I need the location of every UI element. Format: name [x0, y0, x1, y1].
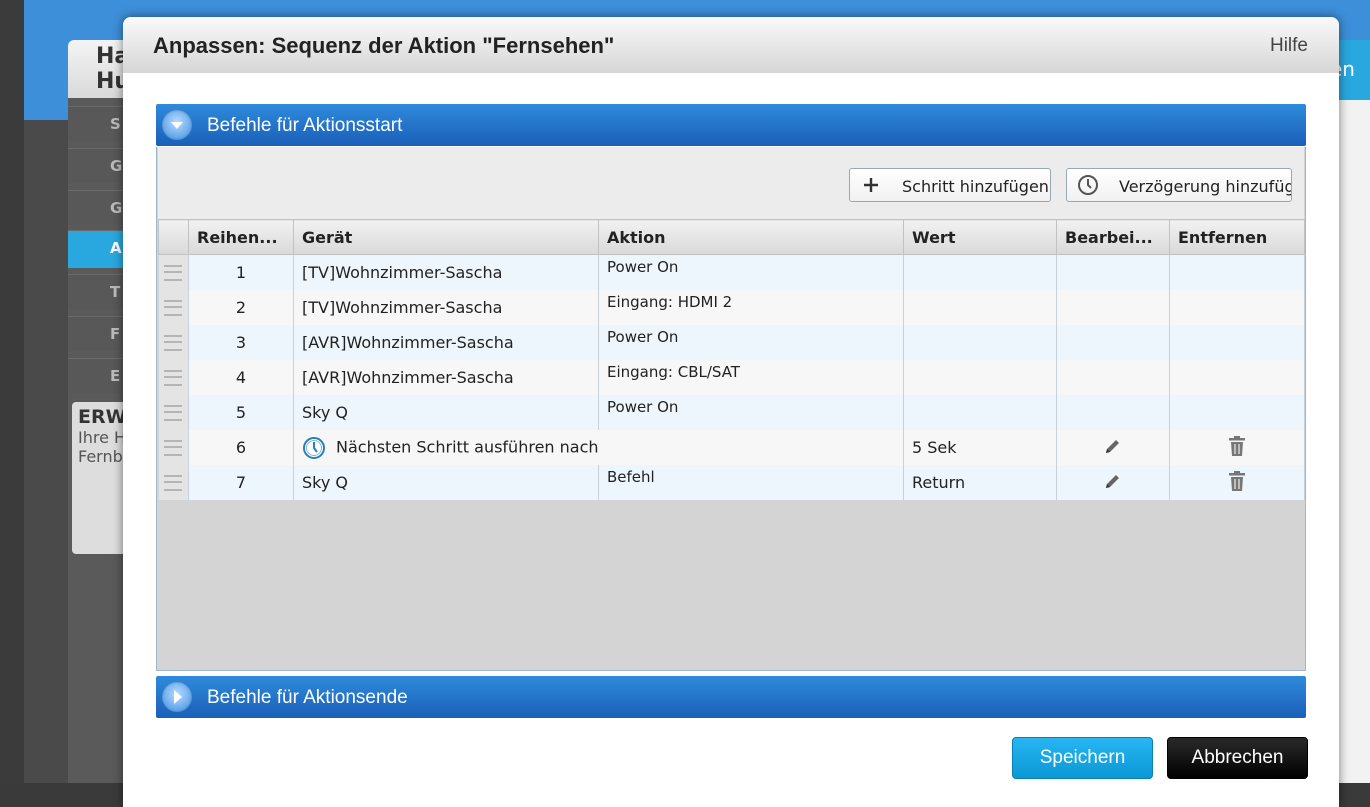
- row-action: Power On: [607, 258, 679, 276]
- column-header-value[interactable]: Wert: [903, 219, 1057, 255]
- table-row[interactable]: 4 [AVR]Wohnzimmer-Sascha Eingang: CBL/SA…: [158, 360, 1305, 395]
- table-row[interactable]: 2 [TV]Wohnzimmer-Sascha Eingang: HDMI 2: [158, 290, 1305, 325]
- table-row[interactable]: 5 Sky Q Power On: [158, 395, 1305, 430]
- row-device: Sky Q: [293, 395, 599, 430]
- column-header-action[interactable]: Aktion: [598, 219, 904, 255]
- column-header-remove[interactable]: Entfernen: [1169, 219, 1305, 255]
- table-row[interactable]: 1 [TV]Wohnzimmer-Sascha Power On: [158, 254, 1305, 290]
- sequence-dialog: Anpassen: Sequenz der Aktion "Fernsehen"…: [123, 17, 1339, 807]
- row-action: Eingang: HDMI 2: [607, 293, 733, 311]
- row-remove-cell: [1169, 360, 1305, 395]
- row-action-cell: Eingang: HDMI 2: [598, 290, 904, 325]
- expand-toggle-icon[interactable]: [162, 682, 192, 712]
- column-header-edit[interactable]: Bearbei...: [1056, 219, 1170, 255]
- row-order: 4: [188, 360, 294, 395]
- row-edit-cell: [1056, 254, 1170, 290]
- end-section-label: Befehle für Aktionsende: [207, 687, 408, 708]
- row-action-cell: Power On: [598, 325, 904, 360]
- drag-handle-icon[interactable]: [158, 360, 189, 395]
- row-value: [903, 290, 1057, 325]
- drag-handle-icon[interactable]: [158, 395, 189, 430]
- help-link[interactable]: Hilfe: [1270, 35, 1308, 57]
- pencil-icon[interactable]: [1103, 436, 1123, 456]
- background-right-panel: [1336, 100, 1370, 783]
- add-delay-button[interactable]: Verzögerung hinzufüg: [1066, 168, 1292, 202]
- row-action: Power On: [607, 398, 679, 416]
- row-device: [AVR]Wohnzimmer-Sascha: [293, 325, 599, 360]
- clock-icon: [303, 436, 325, 459]
- row-device: [AVR]Wohnzimmer-Sascha: [293, 360, 599, 395]
- delay-text: Nächsten Schritt ausführen nach: [336, 437, 599, 456]
- collapse-toggle-icon[interactable]: [162, 110, 192, 140]
- row-remove-cell: [1169, 254, 1305, 290]
- trash-icon[interactable]: [1227, 435, 1247, 457]
- row-value: Return: [903, 465, 1057, 500]
- row-value: [903, 325, 1057, 360]
- dialog-title: Anpassen: Sequenz der Aktion "Fernsehen": [153, 33, 615, 58]
- table-row-delay[interactable]: 6 Nächsten Schritt ausführen nach 5 Sek: [158, 430, 1305, 465]
- row-device: [TV]Wohnzimmer-Sascha: [293, 254, 599, 290]
- row-order: 1: [188, 254, 294, 290]
- table-row[interactable]: 3 [AVR]Wohnzimmer-Sascha Power On: [158, 325, 1305, 360]
- row-remove-cell: [1169, 325, 1305, 360]
- cancel-button[interactable]: Abbrechen: [1167, 737, 1308, 779]
- row-remove-cell: [1169, 465, 1305, 500]
- save-button[interactable]: Speichern: [1012, 737, 1153, 779]
- pencil-icon[interactable]: [1103, 471, 1123, 491]
- drag-handle-icon[interactable]: [158, 290, 189, 325]
- drag-column-header: [158, 219, 189, 255]
- row-edit-cell: [1056, 395, 1170, 430]
- row-action-cell: Befehl: [598, 465, 904, 500]
- row-edit-cell: [1056, 325, 1170, 360]
- row-action: Power On: [607, 328, 679, 346]
- row-action-cell: Eingang: CBL/SAT: [598, 360, 904, 395]
- dialog-header: Anpassen: Sequenz der Aktion "Fernsehen"…: [123, 17, 1339, 73]
- start-section-label: Befehle für Aktionsstart: [207, 115, 403, 136]
- row-edit-cell: [1056, 360, 1170, 395]
- drag-handle-icon[interactable]: [158, 430, 189, 465]
- row-order: 7: [188, 465, 294, 500]
- add-delay-label: Verzögerung hinzufüg: [1119, 177, 1292, 196]
- start-section-header[interactable]: Befehle für Aktionsstart: [156, 104, 1306, 146]
- drag-handle-icon[interactable]: [158, 325, 189, 360]
- row-remove-cell: [1169, 430, 1305, 465]
- row-action-cell: Power On: [598, 395, 904, 430]
- start-section-body: Schritt hinzufügen Verzögerung hinzufüg …: [156, 147, 1306, 671]
- left-dark-strip: [0, 0, 24, 783]
- row-edit-cell: [1056, 430, 1170, 465]
- row-edit-cell: [1056, 290, 1170, 325]
- delay-cell: Nächsten Schritt ausführen nach: [293, 430, 904, 465]
- row-value: [903, 395, 1057, 430]
- section-toolbar: Schritt hinzufügen Verzögerung hinzufüg: [158, 147, 1304, 219]
- row-order: 5: [188, 395, 294, 430]
- row-remove-cell: [1169, 290, 1305, 325]
- column-header-order[interactable]: Reihen...: [188, 219, 294, 255]
- row-action: Eingang: CBL/SAT: [607, 363, 740, 381]
- drag-handle-icon[interactable]: [158, 465, 189, 500]
- drag-handle-icon[interactable]: [158, 254, 189, 290]
- row-order: 2: [188, 290, 294, 325]
- table-row[interactable]: 7 Sky Q Befehl Return: [158, 465, 1305, 500]
- add-step-button[interactable]: Schritt hinzufügen: [849, 168, 1051, 202]
- row-value: [903, 254, 1057, 290]
- sequence-table: Reihen... Gerät Aktion Wert Bearbei... E…: [158, 219, 1305, 500]
- row-device: Sky Q: [293, 465, 599, 500]
- row-value: 5 Sek: [903, 430, 1057, 465]
- end-section-header[interactable]: Befehle für Aktionsende: [156, 676, 1306, 718]
- trash-icon[interactable]: [1227, 470, 1247, 492]
- plus-icon: [864, 178, 878, 192]
- add-step-label: Schritt hinzufügen: [902, 177, 1049, 196]
- row-value: [903, 360, 1057, 395]
- row-action: Befehl: [607, 468, 655, 486]
- row-action-cell: Power On: [598, 254, 904, 290]
- row-edit-cell: [1056, 465, 1170, 500]
- clock-icon: [1078, 175, 1098, 195]
- row-order: 3: [188, 325, 294, 360]
- column-header-device[interactable]: Gerät: [293, 219, 599, 255]
- row-device: [TV]Wohnzimmer-Sascha: [293, 290, 599, 325]
- row-remove-cell: [1169, 395, 1305, 430]
- row-order: 6: [188, 430, 294, 465]
